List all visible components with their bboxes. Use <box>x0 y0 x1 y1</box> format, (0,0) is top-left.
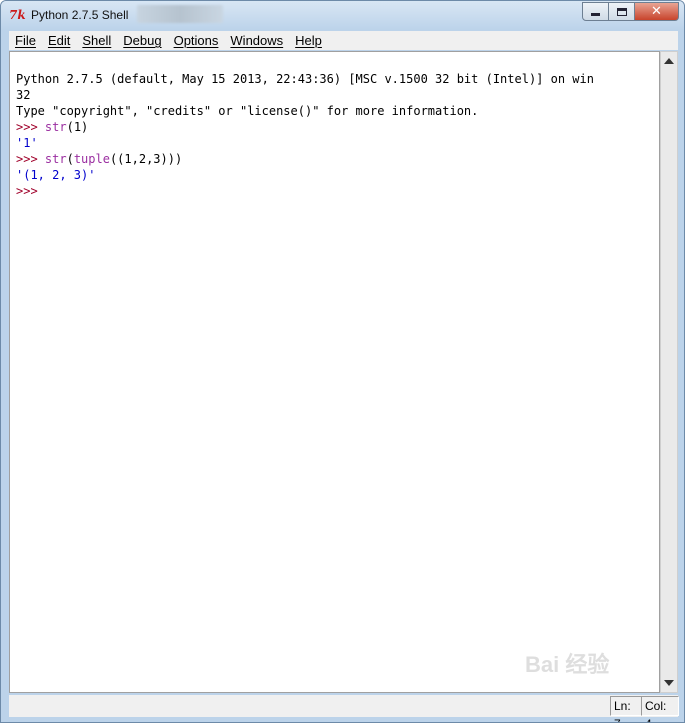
call-args: ((1,2,3))) <box>109 152 183 166</box>
banner-line-3: Type "copyright", "credits" or "license(… <box>16 104 479 118</box>
close-button[interactable]: ✕ <box>635 2 679 21</box>
minimize-icon <box>591 13 600 16</box>
status-line-number: Ln: 7 <box>610 696 642 722</box>
status-bar: Ln: 7 Col: 4 <box>9 695 679 722</box>
input-line-2: >>> str(tuple((1,2,3))) <box>16 151 659 167</box>
menu-debug[interactable]: Debug <box>117 31 167 50</box>
scroll-down-icon[interactable] <box>664 680 674 686</box>
minimize-button[interactable] <box>582 2 609 21</box>
tk-feather-icon: 7k <box>9 8 26 22</box>
prompt: >>> <box>16 120 45 134</box>
menu-options[interactable]: Options <box>168 31 225 50</box>
shell-text-area[interactable]: Python 2.7.5 (default, May 15 2013, 22:4… <box>9 51 660 693</box>
menu-shell[interactable]: Shell <box>76 31 117 50</box>
idle-shell-window: 7k Python 2.7.5 Shell ✕ File Edit Shell … <box>0 0 685 723</box>
caption-buttons: ✕ <box>582 2 679 21</box>
menu-help[interactable]: Help <box>289 31 328 50</box>
builtin-str: str <box>44 152 67 166</box>
close-icon: ✕ <box>651 4 662 19</box>
maximize-icon <box>616 7 627 16</box>
builtin-str: str <box>44 120 67 134</box>
prompt: >>> <box>16 152 45 166</box>
scroll-up-icon[interactable] <box>664 58 674 64</box>
call-paren: ( <box>66 152 74 166</box>
output-line-2: '(1, 2, 3)' <box>16 168 96 182</box>
banner-line-1: Python 2.7.5 (default, May 15 2013, 22:4… <box>16 72 594 86</box>
menu-file[interactable]: File <box>9 31 42 50</box>
active-prompt[interactable]: >>> <box>16 183 659 199</box>
status-column-number: Col: 4 <box>641 696 679 722</box>
banner-line-2: 32 <box>16 88 31 102</box>
menu-windows[interactable]: Windows <box>224 31 289 50</box>
title-bar[interactable]: 7k Python 2.7.5 Shell ✕ <box>1 1 684 30</box>
maximize-button[interactable] <box>609 2 635 21</box>
menu-bar: File Edit Shell Debug Options Windows He… <box>9 31 678 50</box>
output-line-1: '1' <box>16 136 38 150</box>
input-line-1: >>> str(1) <box>16 119 659 135</box>
vertical-scrollbar[interactable] <box>660 51 678 693</box>
watermark-logo: Bai 经验 <box>525 652 610 677</box>
title-redaction <box>137 5 223 23</box>
window-title: Python 2.7.5 Shell <box>31 8 129 22</box>
call-args: (1) <box>66 120 89 134</box>
builtin-tuple: tuple <box>73 152 110 166</box>
menu-edit[interactable]: Edit <box>42 31 76 50</box>
